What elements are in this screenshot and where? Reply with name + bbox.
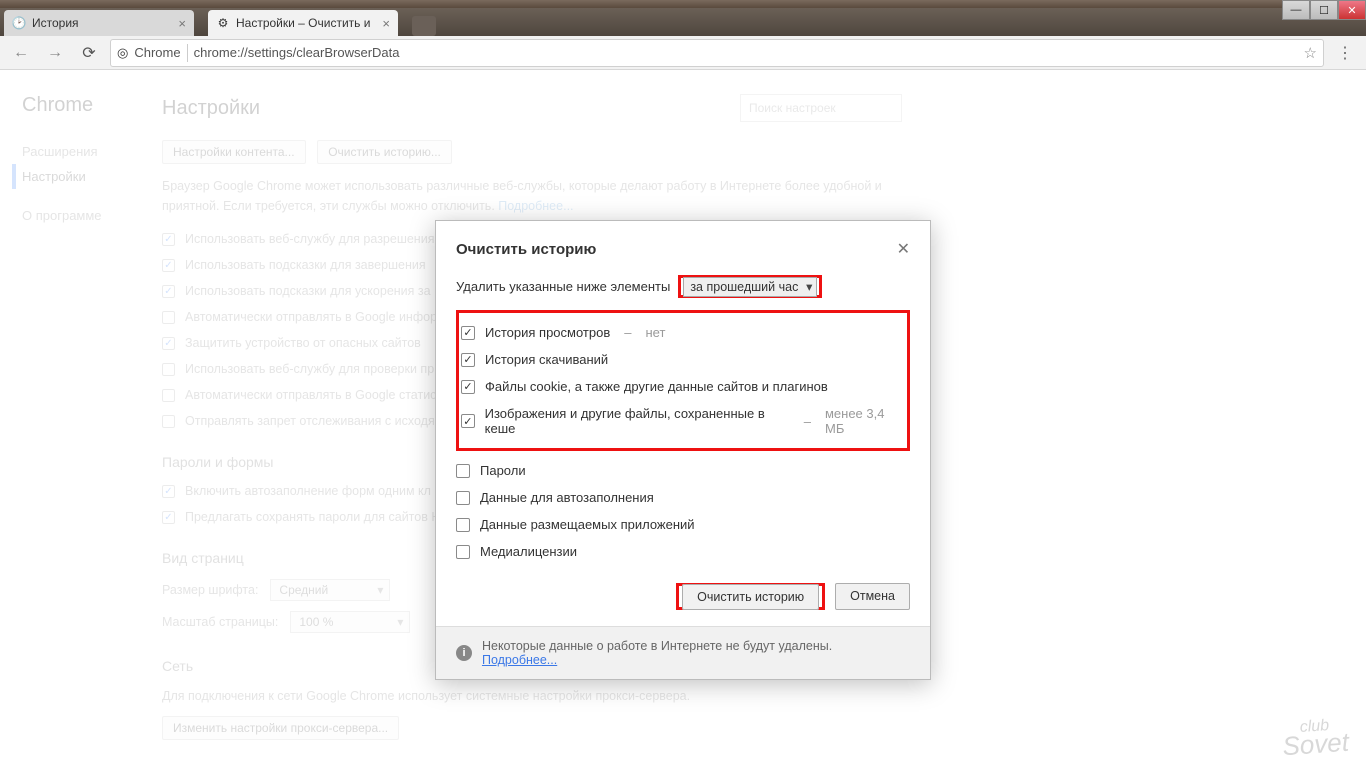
tab-strip: 🕑 История × ⚙ Настройки – Очистить и × (0, 8, 1366, 36)
footer-text: Некоторые данные о работе в Интернете не… (482, 639, 832, 653)
clock-icon: 🕑 (12, 16, 26, 30)
clear-data-option[interactable]: Данные для автозаполнения (456, 484, 910, 511)
browser-menu-button[interactable]: ⋮ (1332, 43, 1358, 63)
reload-button[interactable]: ⟳ (76, 40, 102, 66)
tab-label: История (32, 16, 79, 30)
checkbox[interactable] (456, 518, 470, 532)
window-titlebar: — ☐ ✕ (0, 0, 1366, 8)
clear-data-option[interactable]: Изображения и другие файлы, сохраненные … (461, 400, 905, 442)
window-minimize-button[interactable]: — (1282, 0, 1310, 20)
clear-browsing-data-dialog: Очистить историю ✕ Удалить указанные ниж… (435, 220, 931, 680)
checkbox[interactable] (456, 491, 470, 505)
url-origin: Chrome (134, 45, 180, 60)
time-range-select[interactable]: за прошедший час (683, 277, 817, 297)
new-tab-button[interactable] (412, 16, 436, 36)
cancel-button[interactable]: Отмена (835, 583, 910, 610)
browser-toolbar: ← → ⟳ ◎ Chrome chrome://settings/clearBr… (0, 36, 1366, 70)
close-icon[interactable]: × (382, 16, 390, 31)
clear-data-option[interactable]: История скачиваний (461, 346, 905, 373)
option-label: История просмотров (485, 325, 610, 340)
clear-data-option[interactable]: Пароли (456, 457, 910, 484)
tab-label: Настройки – Очистить и (236, 16, 370, 30)
close-icon[interactable]: × (178, 16, 186, 31)
checkbox[interactable] (456, 464, 470, 478)
option-label: Файлы cookie, а также другие данные сайт… (485, 379, 828, 394)
checkbox[interactable] (461, 414, 475, 428)
browser-tab-settings[interactable]: ⚙ Настройки – Очистить и × (208, 10, 398, 36)
back-button[interactable]: ← (8, 40, 34, 66)
option-label: Пароли (480, 463, 526, 478)
dialog-close-button[interactable]: ✕ (897, 239, 910, 259)
page-icon: ◎ (117, 45, 128, 61)
checkbox[interactable] (461, 326, 475, 340)
option-label: История скачиваний (485, 352, 608, 367)
option-label: Медиалицензии (480, 544, 577, 559)
forward-button[interactable]: → (42, 40, 68, 66)
checkbox[interactable] (461, 380, 475, 394)
dialog-title: Очистить историю (456, 241, 897, 258)
window-close-button[interactable]: ✕ (1338, 0, 1366, 20)
option-label: Данные для автозаполнения (480, 490, 654, 505)
footer-more-link[interactable]: Подробнее... (482, 653, 557, 667)
info-icon: i (456, 645, 472, 661)
clear-data-option[interactable]: История просмотров–нет (461, 319, 905, 346)
address-bar[interactable]: ◎ Chrome chrome://settings/clearBrowserD… (110, 39, 1324, 67)
option-detail: нет (645, 325, 665, 340)
clear-data-button[interactable]: Очистить историю (682, 584, 819, 610)
checkbox[interactable] (456, 545, 470, 559)
option-detail: менее 3,4 МБ (825, 406, 905, 436)
bookmark-star-icon[interactable]: ☆ (1304, 44, 1317, 62)
option-label: Изображения и другие файлы, сохраненные … (485, 406, 790, 436)
clear-data-option[interactable]: Данные размещаемых приложений (456, 511, 910, 538)
option-label: Данные размещаемых приложений (480, 517, 695, 532)
gear-icon: ⚙ (216, 16, 230, 30)
browser-tab-history[interactable]: 🕑 История × (4, 10, 194, 36)
watermark: club Sovet (1280, 719, 1349, 758)
clear-data-option[interactable]: Медиалицензии (456, 538, 910, 565)
window-maximize-button[interactable]: ☐ (1310, 0, 1338, 20)
clear-data-option[interactable]: Файлы cookie, а также другие данные сайт… (461, 373, 905, 400)
checkbox[interactable] (461, 353, 475, 367)
url-path: chrome://settings/clearBrowserData (194, 45, 400, 60)
time-range-label: Удалить указанные ниже элементы (456, 279, 670, 294)
